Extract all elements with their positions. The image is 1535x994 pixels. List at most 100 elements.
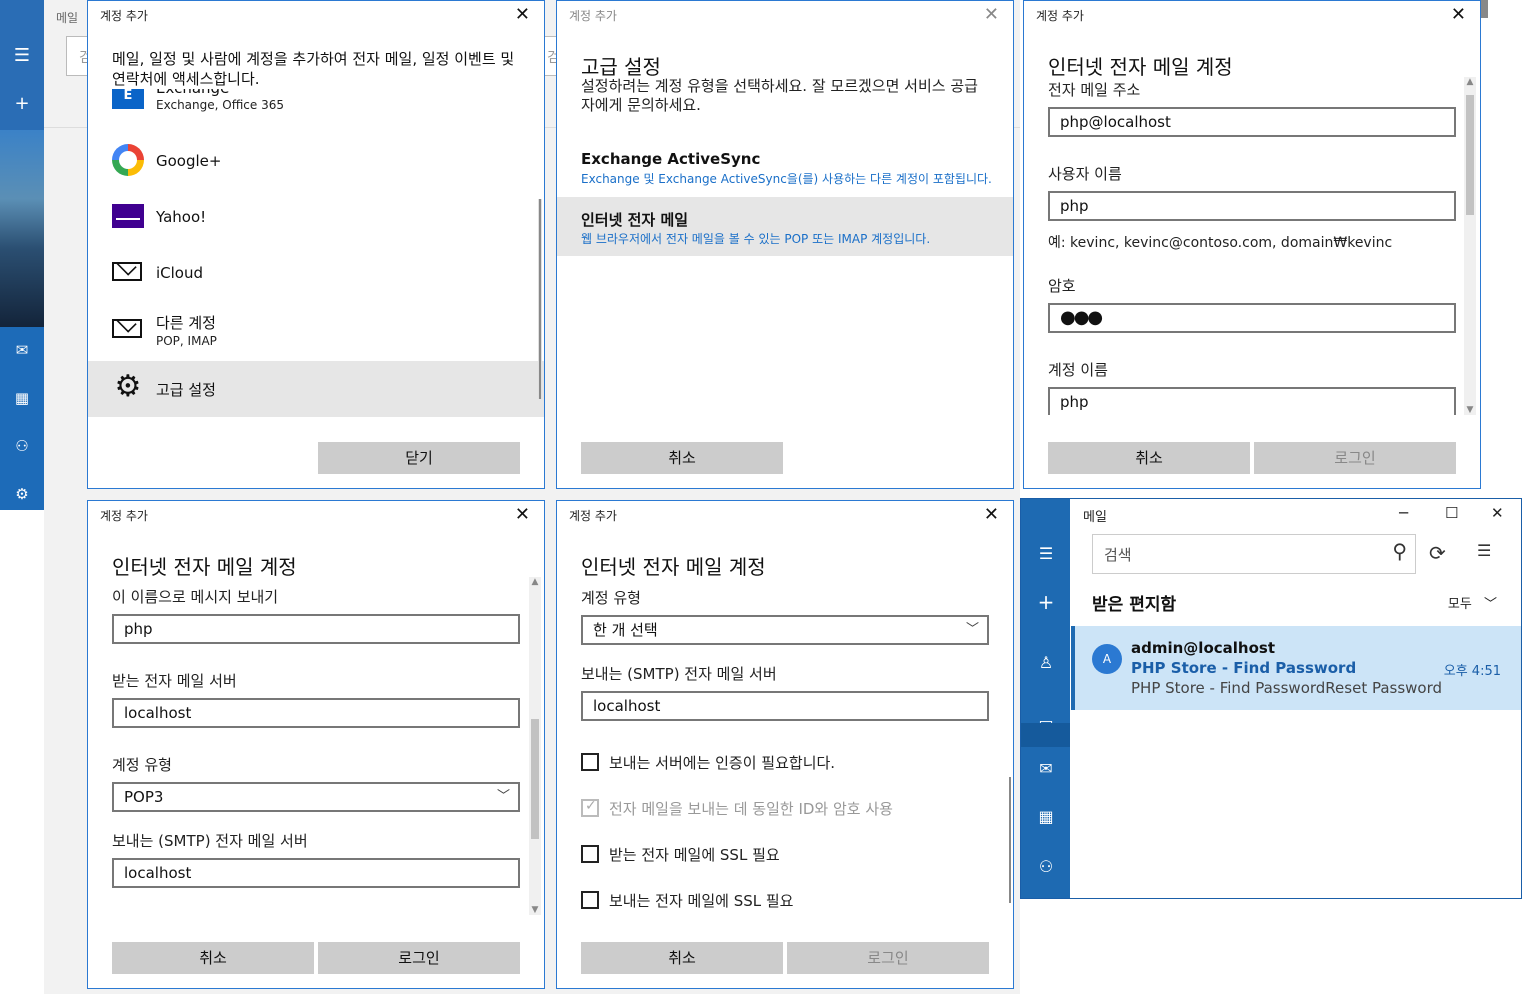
account-name-field[interactable]: php bbox=[1048, 387, 1456, 415]
new-mail-icon[interactable]: + bbox=[1034, 590, 1058, 614]
account-name-label: 계정 이름 bbox=[1048, 361, 1108, 379]
account-item-exchange[interactable]: E Exchange Exchange, Office 365 bbox=[88, 89, 544, 125]
scroll-down-icon[interactable]: ▼ bbox=[529, 905, 541, 915]
sender-name-label: 이 이름으로 메시지 보내기 bbox=[112, 588, 279, 606]
password-field[interactable]: ●●● bbox=[1048, 303, 1456, 333]
dialog-heading: 인터넷 전자 메일 계정 bbox=[581, 555, 766, 579]
chevron-down-icon: ﹀ bbox=[965, 622, 979, 637]
checkbox-incoming-ssl[interactable] bbox=[581, 845, 599, 863]
dialog-title: 계정 추가 bbox=[100, 509, 148, 523]
username-label: 사용자 이름 bbox=[1048, 165, 1122, 183]
username-field[interactable]: php bbox=[1048, 191, 1456, 221]
option-exchange-activesync[interactable]: Exchange ActiveSync Exchange 및 Exchange … bbox=[557, 141, 1013, 197]
message-subject: PHP Store - Find Password bbox=[1131, 659, 1357, 677]
gear-icon: ⚙ bbox=[114, 369, 142, 404]
internet-email-dialog-1: 계정 추가 ✕ 인터넷 전자 메일 계정 전자 메일 주소 php@localh… bbox=[1023, 0, 1481, 489]
dialog-heading: 고급 설정 bbox=[581, 55, 661, 79]
smtp-server-label: 보내는 (SMTP) 전자 메일 서버 bbox=[581, 665, 777, 683]
checkbox-outgoing-ssl[interactable] bbox=[581, 891, 599, 909]
dialog-heading: 인터넷 전자 메일 계정 bbox=[112, 555, 297, 579]
scroll-up-icon[interactable]: ▲ bbox=[1464, 77, 1476, 87]
exchange-icon: E bbox=[112, 89, 144, 109]
dialog-intro: 메일, 일정 및 사람에 계정을 추가하여 전자 메일, 일정 이벤트 및 연락… bbox=[112, 50, 515, 88]
scrollbar[interactable]: ▲ ▼ bbox=[529, 577, 541, 915]
maximize-icon[interactable]: ☐ bbox=[1445, 504, 1458, 522]
account-type-select[interactable]: POP3 ﹀ bbox=[112, 782, 520, 812]
scroll-down-icon[interactable]: ▼ bbox=[1464, 405, 1476, 415]
close-icon[interactable]: ✕ bbox=[1451, 5, 1466, 25]
dialog-description: 설정하려는 계정 유형을 선택하세요. 잘 모르겠으면 서비스 공급자에게 문의… bbox=[581, 77, 978, 114]
settings-icon[interactable]: ⚙ bbox=[10, 482, 34, 506]
cancel-button[interactable]: 취소 bbox=[581, 442, 783, 474]
folder-title: 받은 편지함 bbox=[1092, 595, 1177, 615]
people-icon[interactable]: ⚇ bbox=[1034, 855, 1058, 879]
cancel-button[interactable]: 취소 bbox=[581, 942, 783, 974]
account-item-icloud[interactable]: iCloud bbox=[88, 245, 544, 301]
account-item-other[interactable]: 다른 계정 POP, IMAP bbox=[88, 301, 544, 357]
smtp-server-field[interactable]: localhost bbox=[112, 858, 520, 888]
cancel-button[interactable]: 취소 bbox=[112, 942, 314, 974]
checkbox-same-credentials[interactable]: ✓ bbox=[581, 798, 599, 817]
dialog-heading: 인터넷 전자 메일 계정 bbox=[1048, 55, 1233, 79]
people-icon[interactable]: ⚇ bbox=[10, 434, 34, 458]
email-field[interactable]: php@localhost bbox=[1048, 107, 1456, 137]
sync-icon[interactable]: ⟳ bbox=[1429, 541, 1446, 565]
cancel-button[interactable]: 취소 bbox=[1048, 442, 1250, 474]
advanced-setup-dialog: 계정 추가 ✕ 고급 설정 설정하려는 계정 유형을 선택하세요. 잘 모르겠으… bbox=[556, 0, 1014, 489]
message-sender: admin@localhost bbox=[1131, 639, 1275, 657]
background-nav-rail: ☰ + ✉ ▦ ⚇ ⚙ bbox=[0, 0, 44, 510]
close-icon[interactable]: ✕ bbox=[515, 505, 530, 525]
add-account-dialog: 계정 추가 ✕ 메일, 일정 및 사람에 계정을 추가하여 전자 메일, 일정 … bbox=[87, 0, 545, 489]
check-icon: ✓ bbox=[585, 798, 597, 814]
login-button[interactable]: 로그인 bbox=[787, 942, 989, 974]
search-icon[interactable]: ⚲ bbox=[1392, 539, 1407, 563]
account-type-select[interactable]: 한 개 선택 ﹀ bbox=[581, 615, 989, 645]
scroll-up-icon[interactable]: ▲ bbox=[529, 577, 541, 587]
option-internet-email[interactable]: 인터넷 전자 메일 웹 브라우저에서 전자 메일을 볼 수 있는 POP 또는 … bbox=[557, 197, 1013, 256]
smtp-server-field[interactable]: localhost bbox=[581, 691, 989, 721]
hamburger-icon[interactable]: ☰ bbox=[10, 44, 34, 68]
close-icon[interactable]: ✕ bbox=[984, 5, 999, 25]
close-button[interactable]: 닫기 bbox=[318, 442, 520, 474]
sender-name-field[interactable]: php bbox=[112, 614, 520, 644]
minimize-icon[interactable]: ─ bbox=[1399, 504, 1408, 522]
login-button[interactable]: 로그인 bbox=[318, 942, 520, 974]
new-mail-icon[interactable]: + bbox=[10, 92, 34, 116]
smtp-server-label: 보내는 (SMTP) 전자 메일 서버 bbox=[112, 832, 308, 850]
filter-dropdown[interactable]: 모두 ﹀ bbox=[1448, 593, 1497, 612]
search-input[interactable]: 검색 ⚲ bbox=[1092, 534, 1416, 574]
dialog-title: 계정 추가 bbox=[569, 509, 617, 523]
internet-email-dialog-2: 계정 추가 ✕ 인터넷 전자 메일 계정 이 이름으로 메시지 보내기 php … bbox=[87, 500, 545, 989]
yahoo-icon bbox=[112, 204, 144, 228]
account-type-label: 계정 유형 bbox=[112, 756, 172, 774]
scrollbar[interactable]: ▲ ▼ bbox=[1464, 77, 1476, 415]
incoming-server-field[interactable]: localhost bbox=[112, 698, 520, 728]
mail-icon bbox=[112, 255, 142, 281]
dialog-title: 계정 추가 bbox=[569, 9, 617, 23]
mail-icon[interactable]: ✉ bbox=[1034, 757, 1058, 781]
mail-icon[interactable]: ✉ bbox=[10, 338, 34, 362]
checkbox-outgoing-auth[interactable] bbox=[581, 753, 599, 771]
scrollbar[interactable] bbox=[1009, 777, 1011, 903]
close-icon[interactable]: ✕ bbox=[1491, 504, 1504, 522]
login-button[interactable]: 로그인 bbox=[1254, 442, 1456, 474]
username-hint: 예: kevinc, kevinc@contoso.com, domain₩ke… bbox=[1048, 235, 1393, 251]
close-icon[interactable]: ✕ bbox=[515, 5, 530, 25]
email-label: 전자 메일 주소 bbox=[1048, 81, 1141, 99]
hamburger-icon[interactable]: ☰ bbox=[1034, 542, 1058, 566]
window-title: 메일 bbox=[1083, 510, 1107, 525]
account-item-advanced[interactable]: ⚙ 고급 설정 bbox=[88, 361, 544, 417]
message-time: 오후 4:51 bbox=[1443, 664, 1501, 679]
account-item-google[interactable]: Google+ bbox=[88, 133, 544, 189]
account-item-yahoo[interactable]: Yahoo! bbox=[88, 189, 544, 245]
google-icon bbox=[112, 144, 144, 176]
dialog-title: 계정 추가 bbox=[1036, 9, 1084, 23]
close-icon[interactable]: ✕ bbox=[984, 505, 999, 525]
select-mode-icon[interactable]: ☰ bbox=[1477, 541, 1491, 560]
calendar-icon[interactable]: ▦ bbox=[10, 386, 34, 410]
calendar-icon[interactable]: ▦ bbox=[1034, 805, 1058, 829]
message-list-item[interactable]: A admin@localhost PHP Store - Find Passw… bbox=[1071, 626, 1521, 710]
account-icon[interactable]: ♙ bbox=[1034, 651, 1058, 675]
scrollbar[interactable] bbox=[538, 199, 542, 399]
account-type-label: 계정 유형 bbox=[581, 589, 641, 607]
